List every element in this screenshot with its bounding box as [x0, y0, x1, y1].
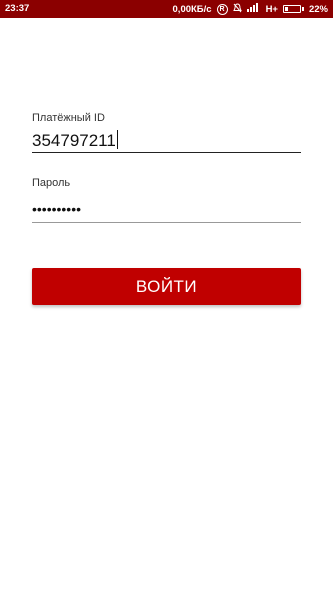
network-type: H+	[265, 3, 278, 15]
signal-icon	[246, 3, 261, 15]
text-cursor	[116, 130, 119, 149]
payment-id-label: Платёжный ID	[32, 112, 105, 124]
muted-icon	[232, 2, 242, 16]
battery-percent: 22%	[308, 3, 328, 15]
password-field: Пароль ••••••••••	[32, 177, 301, 223]
password-input[interactable]: ••••••••••	[32, 198, 301, 223]
status-bar: 23:37 0,00КБ/с R H+ 22%	[0, 0, 333, 18]
payment-id-value: 354797211	[32, 131, 116, 150]
network-speed: 0,00КБ/с	[172, 3, 212, 15]
registered-icon: R	[216, 3, 228, 15]
battery-icon	[282, 5, 304, 13]
payment-id-input[interactable]: 354797211	[32, 130, 301, 153]
password-label: Пароль	[32, 177, 71, 189]
status-time: 23:37	[5, 3, 30, 14]
status-icons: 0,00КБ/с R H+ 22%	[173, 2, 328, 16]
payment-id-field: Платёжный ID 354797211	[32, 112, 301, 153]
login-button[interactable]: ВОЙТИ	[32, 268, 301, 305]
